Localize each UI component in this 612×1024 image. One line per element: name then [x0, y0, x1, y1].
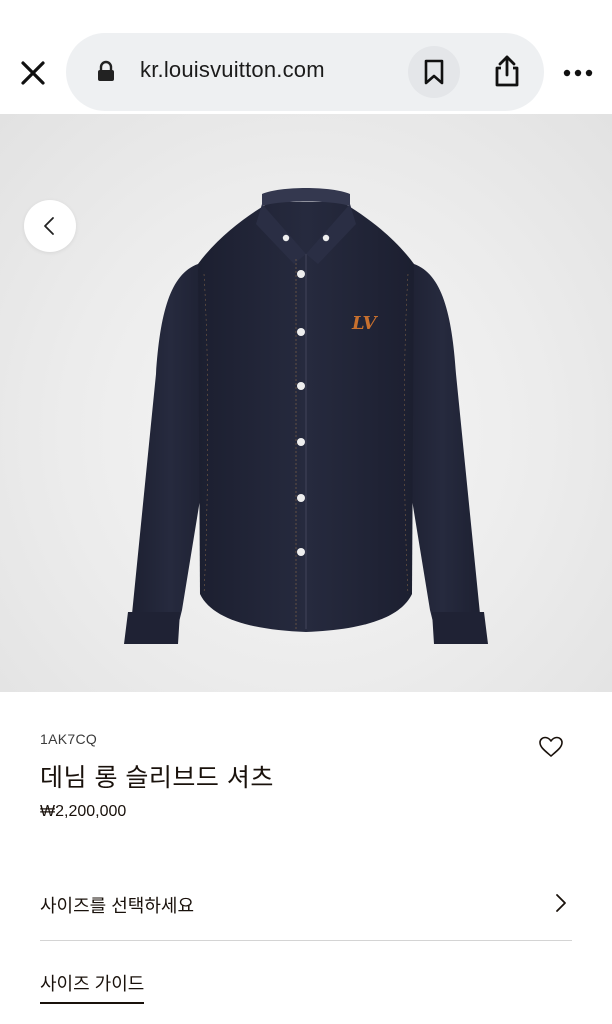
- close-button[interactable]: [18, 58, 48, 88]
- svg-text:LV: LV: [351, 313, 379, 334]
- share-button[interactable]: [480, 46, 532, 98]
- chevron-right-icon: [556, 894, 566, 912]
- select-size-label: 사이즈를 선택하세요: [40, 896, 195, 916]
- more-icon: [563, 69, 593, 77]
- address-bar[interactable]: kr.louisvuitton.com: [66, 33, 544, 111]
- previous-image-button[interactable]: [24, 200, 76, 252]
- wishlist-button[interactable]: [538, 735, 568, 763]
- product-title: 데님 롱 슬리브드 셔츠: [40, 764, 274, 792]
- browser-toolbar: kr.louisvuitton.com: [0, 0, 612, 114]
- bookmark-button[interactable]: [408, 46, 460, 98]
- bookmark-icon: [424, 59, 444, 85]
- denim-shirt-image: LV: [124, 188, 488, 644]
- lock-icon: [98, 60, 114, 81]
- heart-icon: [539, 736, 563, 757]
- share-icon: [495, 55, 519, 87]
- size-guide-link[interactable]: 사이즈 가이드: [40, 970, 145, 1004]
- product-image[interactable]: LV: [0, 114, 612, 692]
- close-icon: [21, 61, 45, 85]
- product-sku: 1AK7CQ: [40, 731, 98, 747]
- url-text: kr.louisvuitton.com: [140, 57, 325, 82]
- chevron-left-icon: [44, 217, 54, 235]
- more-button[interactable]: [562, 60, 594, 86]
- select-size-row[interactable]: 사이즈를 선택하세요: [40, 870, 572, 941]
- product-price: ₩2,200,000: [40, 803, 127, 820]
